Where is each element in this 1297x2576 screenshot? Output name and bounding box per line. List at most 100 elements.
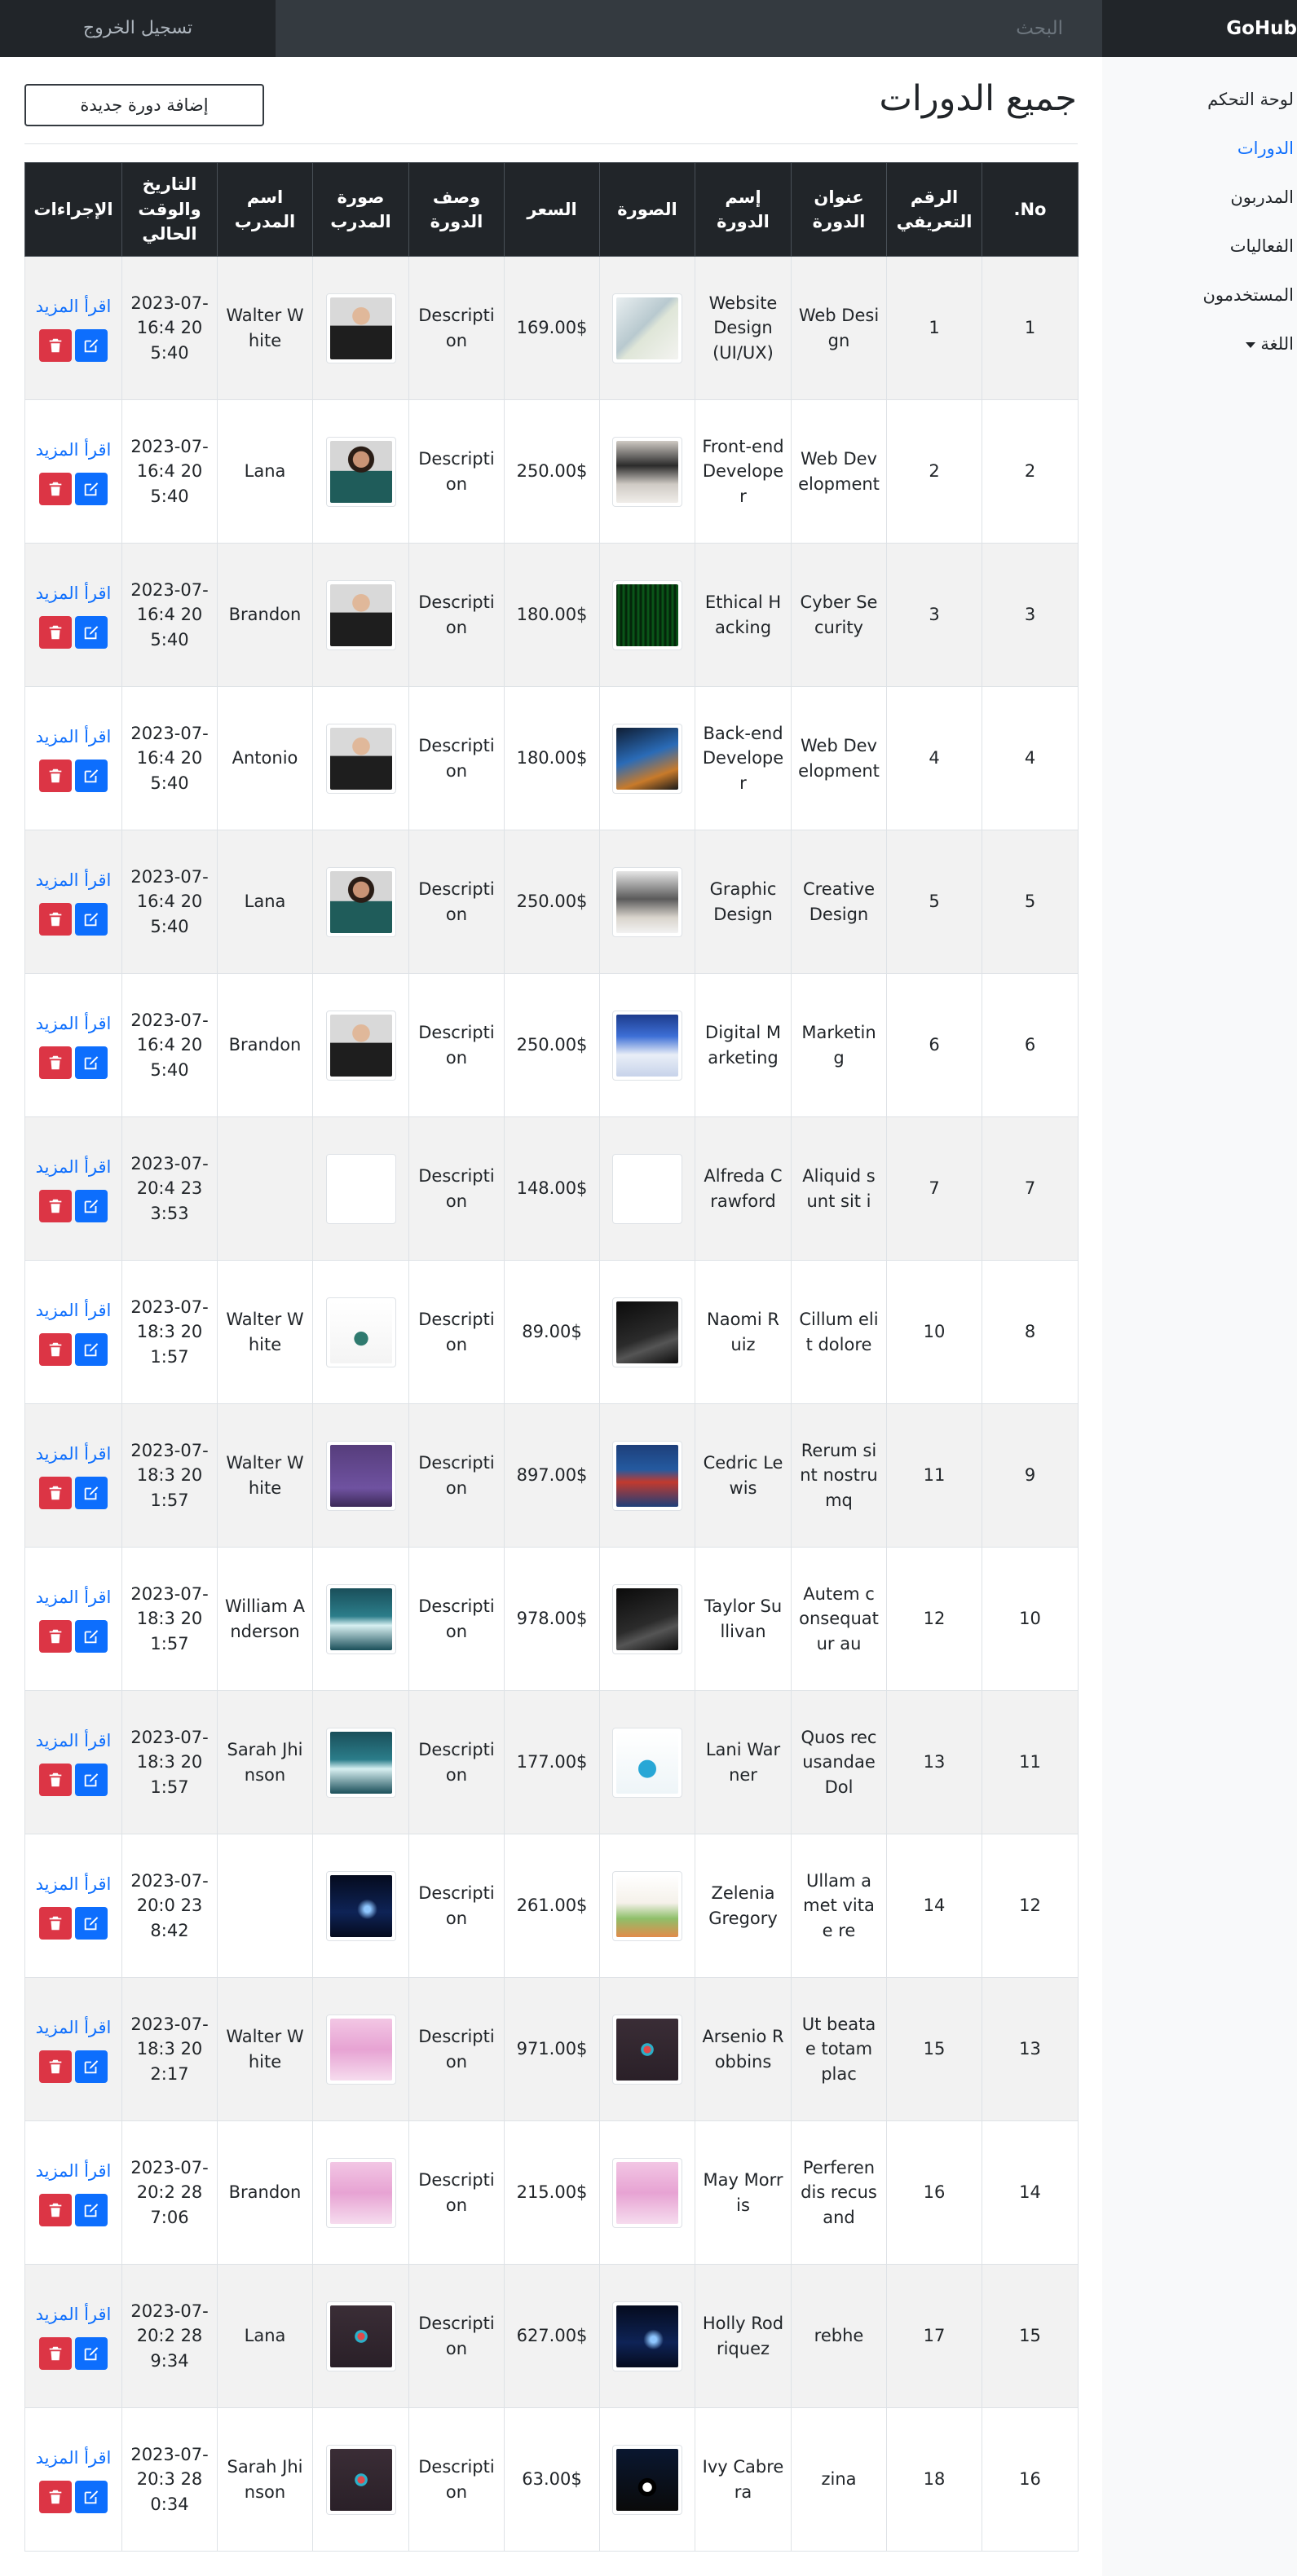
course-image	[612, 1010, 682, 1081]
trash-icon	[49, 912, 62, 926]
brand-logo[interactable]: GoHub	[1101, 0, 1297, 57]
edit-button[interactable]	[75, 1332, 108, 1366]
table-row: 14 16 Perferendis recusand May Morris 215.00…	[24, 2120, 1079, 2265]
edit-button[interactable]	[75, 328, 108, 362]
delete-button[interactable]	[39, 472, 72, 505]
read-more-link[interactable]: اقرأ المزيد	[32, 294, 115, 319]
space-book-cover	[329, 1874, 392, 1937]
read-more-link[interactable]: اقرأ المزيد	[32, 581, 115, 605]
read-more-link[interactable]: اقرأ المزيد	[32, 2159, 115, 2183]
cell-course-name: Front-end Developer	[695, 399, 792, 544]
table-row: 1 1 Web Design Website Design (UI/UX) 169.00…	[24, 256, 1079, 400]
trainer-image	[325, 866, 396, 937]
edit-button[interactable]	[75, 1763, 108, 1796]
cell-image	[599, 399, 695, 544]
edit-button[interactable]	[75, 1906, 108, 1940]
delete-button[interactable]	[39, 1476, 72, 1509]
edit-button[interactable]	[75, 2480, 108, 2513]
cell-description: Description	[408, 1547, 505, 1691]
sidebar-item-events[interactable]: الفعاليات	[1230, 236, 1294, 256]
cell-id: 2	[886, 399, 982, 544]
cell-price: 978.00$	[504, 1547, 600, 1691]
edit-button[interactable]	[75, 472, 108, 505]
delete-button[interactable]	[39, 615, 72, 649]
read-more-link[interactable]: اقرأ المزيد	[32, 2015, 115, 2040]
cell-datetime: 2023-07-23 20:08:42	[121, 1834, 218, 1978]
edit-icon	[84, 1342, 99, 1356]
read-more-link[interactable]: اقرأ المزيد	[32, 1155, 115, 1179]
delete-button[interactable]	[39, 1332, 72, 1366]
edit-button[interactable]	[75, 759, 108, 792]
cell-no: 2	[982, 399, 1079, 544]
read-more-link[interactable]: اقرأ المزيد	[32, 1298, 115, 1323]
edit-button[interactable]	[75, 1476, 108, 1509]
cell-trainer-image	[312, 1403, 409, 1548]
cell-trainer-name: Sarah Jhinson	[217, 1690, 313, 1834]
sidebar-item-courses[interactable]: الدورات	[1237, 139, 1294, 158]
title-divider	[24, 143, 1078, 144]
read-more-link[interactable]: اقرأ المزيد	[32, 868, 115, 892]
delete-button[interactable]	[39, 2193, 72, 2226]
sidebar-item-trainers[interactable]: المدربون	[1230, 187, 1294, 207]
edit-button[interactable]	[75, 1046, 108, 1079]
cell-id: 18	[886, 2407, 982, 2552]
cell-image	[599, 256, 695, 400]
delete-button[interactable]	[39, 2480, 72, 2513]
cell-actions: اقرأ المزيد	[24, 1260, 122, 1404]
cell-price: 169.00$	[504, 256, 600, 400]
row-action-buttons	[32, 1189, 115, 1222]
cell-course-title: Quos recusandae Dol	[791, 1690, 887, 1834]
delete-button[interactable]	[39, 2050, 72, 2083]
delete-button[interactable]	[39, 1763, 72, 1796]
delete-button[interactable]	[39, 2336, 72, 2370]
edit-button[interactable]	[75, 615, 108, 649]
man-in-suit-photo	[329, 1014, 392, 1077]
delete-button[interactable]	[39, 1906, 72, 1940]
read-more-link[interactable]: اقرأ المزيد	[32, 438, 115, 462]
edit-button[interactable]	[75, 2336, 108, 2370]
read-more-link[interactable]: اقرأ المزيد	[32, 1872, 115, 1896]
sidebar-item-dashboard[interactable]: لوحة التحكم	[1207, 90, 1294, 109]
read-more-link[interactable]: اقرأ المزيد	[32, 1442, 115, 1466]
cell-price: 250.00$	[504, 399, 600, 544]
cell-price: 177.00$	[504, 1690, 600, 1834]
read-more-link[interactable]: اقرأ المزيد	[32, 2302, 115, 2327]
read-more-link[interactable]: اقرأ المزيد	[32, 2446, 115, 2470]
edit-button[interactable]	[75, 2050, 108, 2083]
cell-datetime: 2023-07-20 18:31:57	[121, 1403, 218, 1548]
edit-button[interactable]	[75, 1189, 108, 1222]
read-more-link[interactable]: اقرأ المزيد	[32, 724, 115, 749]
cell-course-name: Ethical Hacking	[695, 543, 792, 687]
delete-button[interactable]	[39, 1046, 72, 1079]
delete-button[interactable]	[39, 902, 72, 936]
cell-id: 10	[886, 1260, 982, 1404]
cell-price: 148.00$	[504, 1116, 600, 1261]
sidebar-item-users[interactable]: المستخدمون	[1202, 285, 1294, 305]
dark-diamond-book-cover	[329, 2305, 392, 2367]
language-dropdown[interactable]: اللغة	[1246, 334, 1294, 354]
page-title: جميع الدورات	[879, 78, 1077, 119]
delete-button[interactable]	[39, 328, 72, 362]
edit-button[interactable]	[75, 2193, 108, 2226]
cell-course-name: Zelenia Gregory	[695, 1834, 792, 1978]
read-more-link[interactable]: اقرأ المزيد	[32, 1011, 115, 1036]
course-image	[612, 436, 682, 507]
trash-icon	[49, 1342, 62, 1356]
delete-button[interactable]	[39, 1619, 72, 1653]
cell-trainer-image	[312, 399, 409, 544]
logout-link[interactable]: تسجيل الخروج	[0, 0, 276, 57]
dark-book-cover	[616, 1301, 678, 1363]
add-course-button[interactable]: إضافة دورة جديدة	[24, 84, 264, 126]
delete-button[interactable]	[39, 1189, 72, 1222]
edit-button[interactable]	[75, 1619, 108, 1653]
sidebar: لوحة التحكم الدورات المدربون الفعاليات ا…	[1102, 57, 1297, 2576]
read-more-link[interactable]: اقرأ المزيد	[32, 1728, 115, 1753]
edit-button[interactable]	[75, 902, 108, 936]
row-action-buttons	[32, 1763, 115, 1796]
search-input[interactable]	[276, 0, 1102, 57]
course-image	[612, 2157, 682, 2228]
read-more-link[interactable]: اقرأ المزيد	[32, 1585, 115, 1609]
delete-button[interactable]	[39, 759, 72, 792]
man-in-suit-photo	[329, 583, 392, 646]
row-action-buttons	[32, 2050, 115, 2083]
